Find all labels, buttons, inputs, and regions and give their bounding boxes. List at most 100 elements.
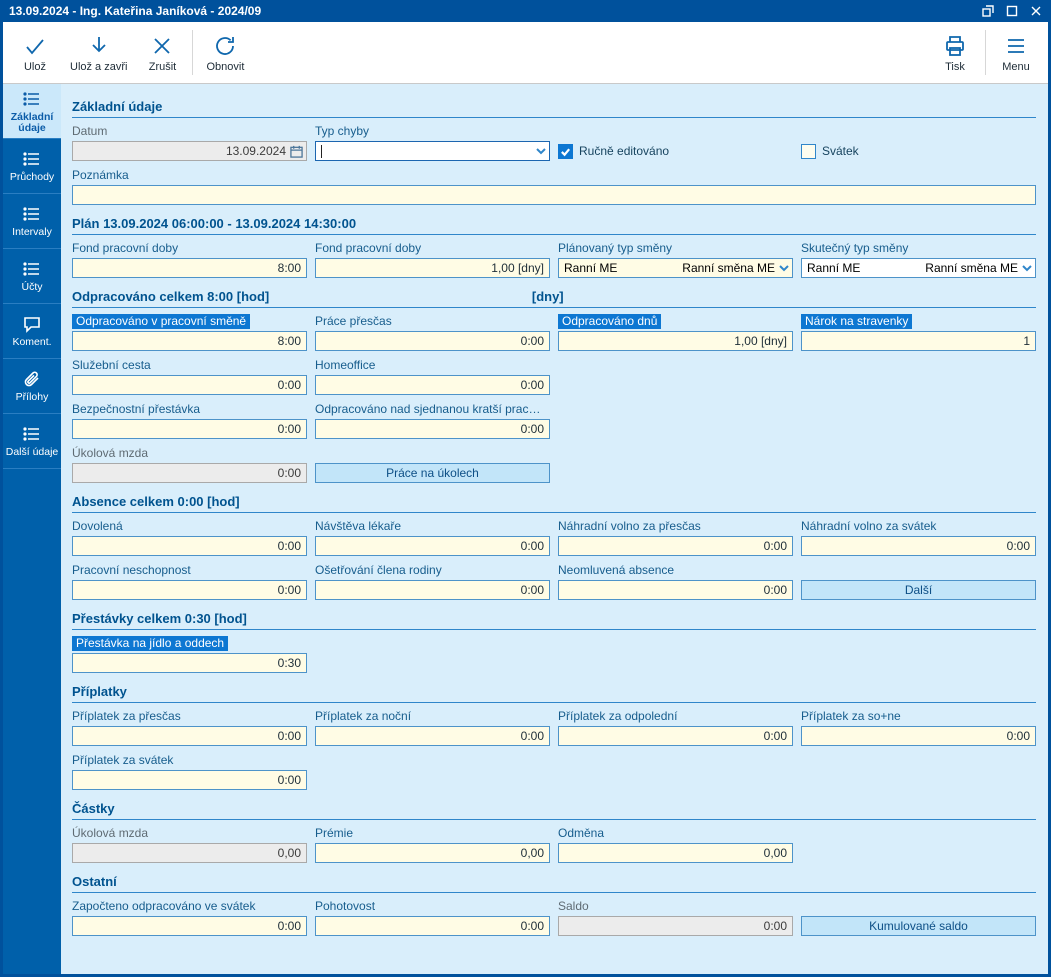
section-heading-odpracovano: Odpracováno celkem 8:00 [hod] [dny] (72, 287, 1036, 308)
sidebar-item-zakladni-udaje[interactable]: Základní údaje (3, 84, 61, 139)
sidebar-item-prilohy[interactable]: Přílohy (3, 359, 61, 414)
osetrovani-field[interactable] (315, 580, 550, 600)
print-button[interactable]: Tisk (929, 24, 981, 81)
navsteva-lekare-field[interactable] (315, 536, 550, 556)
zapocteno-svatek-field[interactable] (72, 916, 307, 936)
odpracovano-smene-label: Odpracováno v pracovní směně (72, 314, 251, 329)
sluzebni-cesta-field[interactable] (72, 375, 307, 395)
priplatek-nocni-field[interactable] (315, 726, 550, 746)
priplatek-so-ne-field[interactable] (801, 726, 1036, 746)
priplatek-svatek-field[interactable] (72, 770, 307, 790)
svatek-label: Svátek (822, 144, 859, 158)
maximize-icon (1006, 5, 1018, 17)
close-button[interactable] (1024, 2, 1048, 20)
priplatek-odpoledni-field[interactable] (558, 726, 793, 746)
odpracovano-smene-field[interactable] (72, 331, 307, 351)
save-close-button[interactable]: Ulož a zavři (61, 24, 136, 81)
section-heading-zakladni-udaje: Základní údaje (72, 97, 1036, 118)
kumulovane-saldo-button[interactable]: Kumulované saldo (801, 916, 1036, 936)
calendar-icon (290, 145, 303, 158)
priplatek-nocni-label: Příplatek za noční (315, 709, 412, 723)
printer-icon (946, 36, 964, 56)
pracovni-neschopnost-label: Pracovní neschopnost (72, 563, 191, 577)
sidebar-item-label: Průchody (9, 171, 55, 183)
typ-chyby-label: Typ chyby (315, 124, 370, 138)
dalsi-button[interactable]: Další (801, 580, 1036, 600)
list-icon (23, 152, 39, 166)
dovolena-field[interactable] (72, 536, 307, 556)
sidebar-item-intervaly[interactable]: Intervaly (3, 194, 61, 249)
section-heading-plan: Plán 13.09.2024 06:00:00 - 13.09.2024 14… (72, 214, 1036, 235)
list-icon (23, 91, 39, 106)
prestavka-jidlo-field[interactable] (72, 653, 307, 673)
svatek-checkbox[interactable] (801, 143, 816, 159)
typ-chyby-combo[interactable] (315, 141, 550, 161)
prestavka-jidlo-label: Přestávka na jídlo a oddech (72, 636, 229, 651)
section-heading-prestavky: Přestávky celkem 0:30 [hod] (72, 609, 1036, 630)
premie-field[interactable] (315, 843, 550, 863)
homeoffice-field[interactable] (315, 375, 550, 395)
menu-label: Menu (1002, 61, 1030, 73)
neomluvena-absence-label: Neomluvená absence (558, 563, 675, 577)
odpracovano-dnu-field[interactable] (558, 331, 793, 351)
maximize-button[interactable] (1000, 2, 1024, 20)
list-icon (23, 207, 39, 221)
fond-pracovni-doby-field[interactable] (72, 258, 307, 278)
pohotovost-label: Pohotovost (315, 899, 376, 913)
castky-ukolova-mzda-field[interactable] (72, 843, 307, 863)
rucne-editovano-checkbox[interactable] (558, 143, 573, 159)
fond-pracovni-doby-dny-label: Fond pracovní doby (315, 241, 422, 255)
priplatek-prescas-field[interactable] (72, 726, 307, 746)
save-button[interactable]: Ulož (9, 24, 61, 81)
saldo-label: Saldo (558, 899, 589, 913)
toolbar-divider (985, 30, 986, 75)
sidebar-item-komentare[interactable]: Koment. (3, 304, 61, 359)
prace-prescas-field[interactable] (315, 331, 550, 351)
osetrovani-label: Ošetřování člena rodiny (315, 563, 442, 577)
sidebar-item-label: Účty (21, 281, 43, 293)
pracovni-neschopnost-field[interactable] (72, 580, 307, 600)
zapocteno-svatek-label: Započteno odpracováno ve svátek (72, 899, 256, 913)
narok-stravenky-field[interactable] (801, 331, 1036, 351)
neomluvena-absence-field[interactable] (558, 580, 793, 600)
skut-smena-code: Ranní ME (807, 261, 861, 275)
odpracovano-nad-field[interactable] (315, 419, 550, 439)
datum-field[interactable]: 13.09.2024 (72, 141, 307, 161)
close-icon (1031, 6, 1041, 16)
prace-na-ukolech-button[interactable]: Práce na úkolech (315, 463, 550, 483)
poznamka-field[interactable] (72, 185, 1036, 205)
bezpecnostni-prestavka-field[interactable] (72, 419, 307, 439)
odmena-label: Odměna (558, 826, 605, 840)
nahradni-volno-svatek-field[interactable] (801, 536, 1036, 556)
list-icon (23, 262, 39, 276)
chevron-down-icon (779, 265, 789, 272)
cancel-button[interactable]: Zrušit (136, 24, 188, 81)
menu-button[interactable]: Menu (990, 24, 1042, 81)
saldo-field[interactable] (558, 916, 793, 936)
planovany-typ-smeny-label: Plánovaný typ směny (558, 241, 673, 255)
sidebar-item-ucty[interactable]: Účty (3, 249, 61, 304)
comment-icon (24, 317, 40, 333)
refresh-label: Obnovit (206, 61, 245, 73)
navsteva-lekare-label: Návštěva lékaře (315, 519, 402, 533)
odmena-field[interactable] (558, 843, 793, 863)
section-heading-absence: Absence celkem 0:00 [hod] (72, 492, 1036, 513)
fond-pracovni-doby-label: Fond pracovní doby (72, 241, 179, 255)
skutecny-typ-smeny-combo[interactable]: Ranní ME Ranní směna ME (801, 258, 1036, 278)
popout-button[interactable] (976, 2, 1000, 20)
ukolova-mzda-field[interactable] (72, 463, 307, 483)
sidebar-item-dalsi-udaje[interactable]: Další údaje (3, 414, 61, 469)
sidebar-item-label: Přílohy (15, 391, 49, 403)
poznamka-label: Poznámka (72, 168, 129, 182)
chevron-down-icon (1022, 265, 1032, 272)
premie-label: Prémie (315, 826, 354, 840)
refresh-button[interactable]: Obnovit (197, 24, 253, 81)
nahradni-volno-prescas-field[interactable] (558, 536, 793, 556)
planovany-typ-smeny-combo[interactable]: Ranní ME Ranní směna ME (558, 258, 793, 278)
datum-value: 13.09.2024 (225, 144, 286, 158)
rucne-editovano-label: Ručně editováno (579, 144, 670, 158)
pohotovost-field[interactable] (315, 916, 550, 936)
fond-pracovni-doby-dny-field[interactable] (315, 258, 550, 278)
sidebar-item-pruchody[interactable]: Průchody (3, 139, 61, 194)
nahradni-volno-svatek-label: Náhradní volno za svátek (801, 519, 937, 533)
